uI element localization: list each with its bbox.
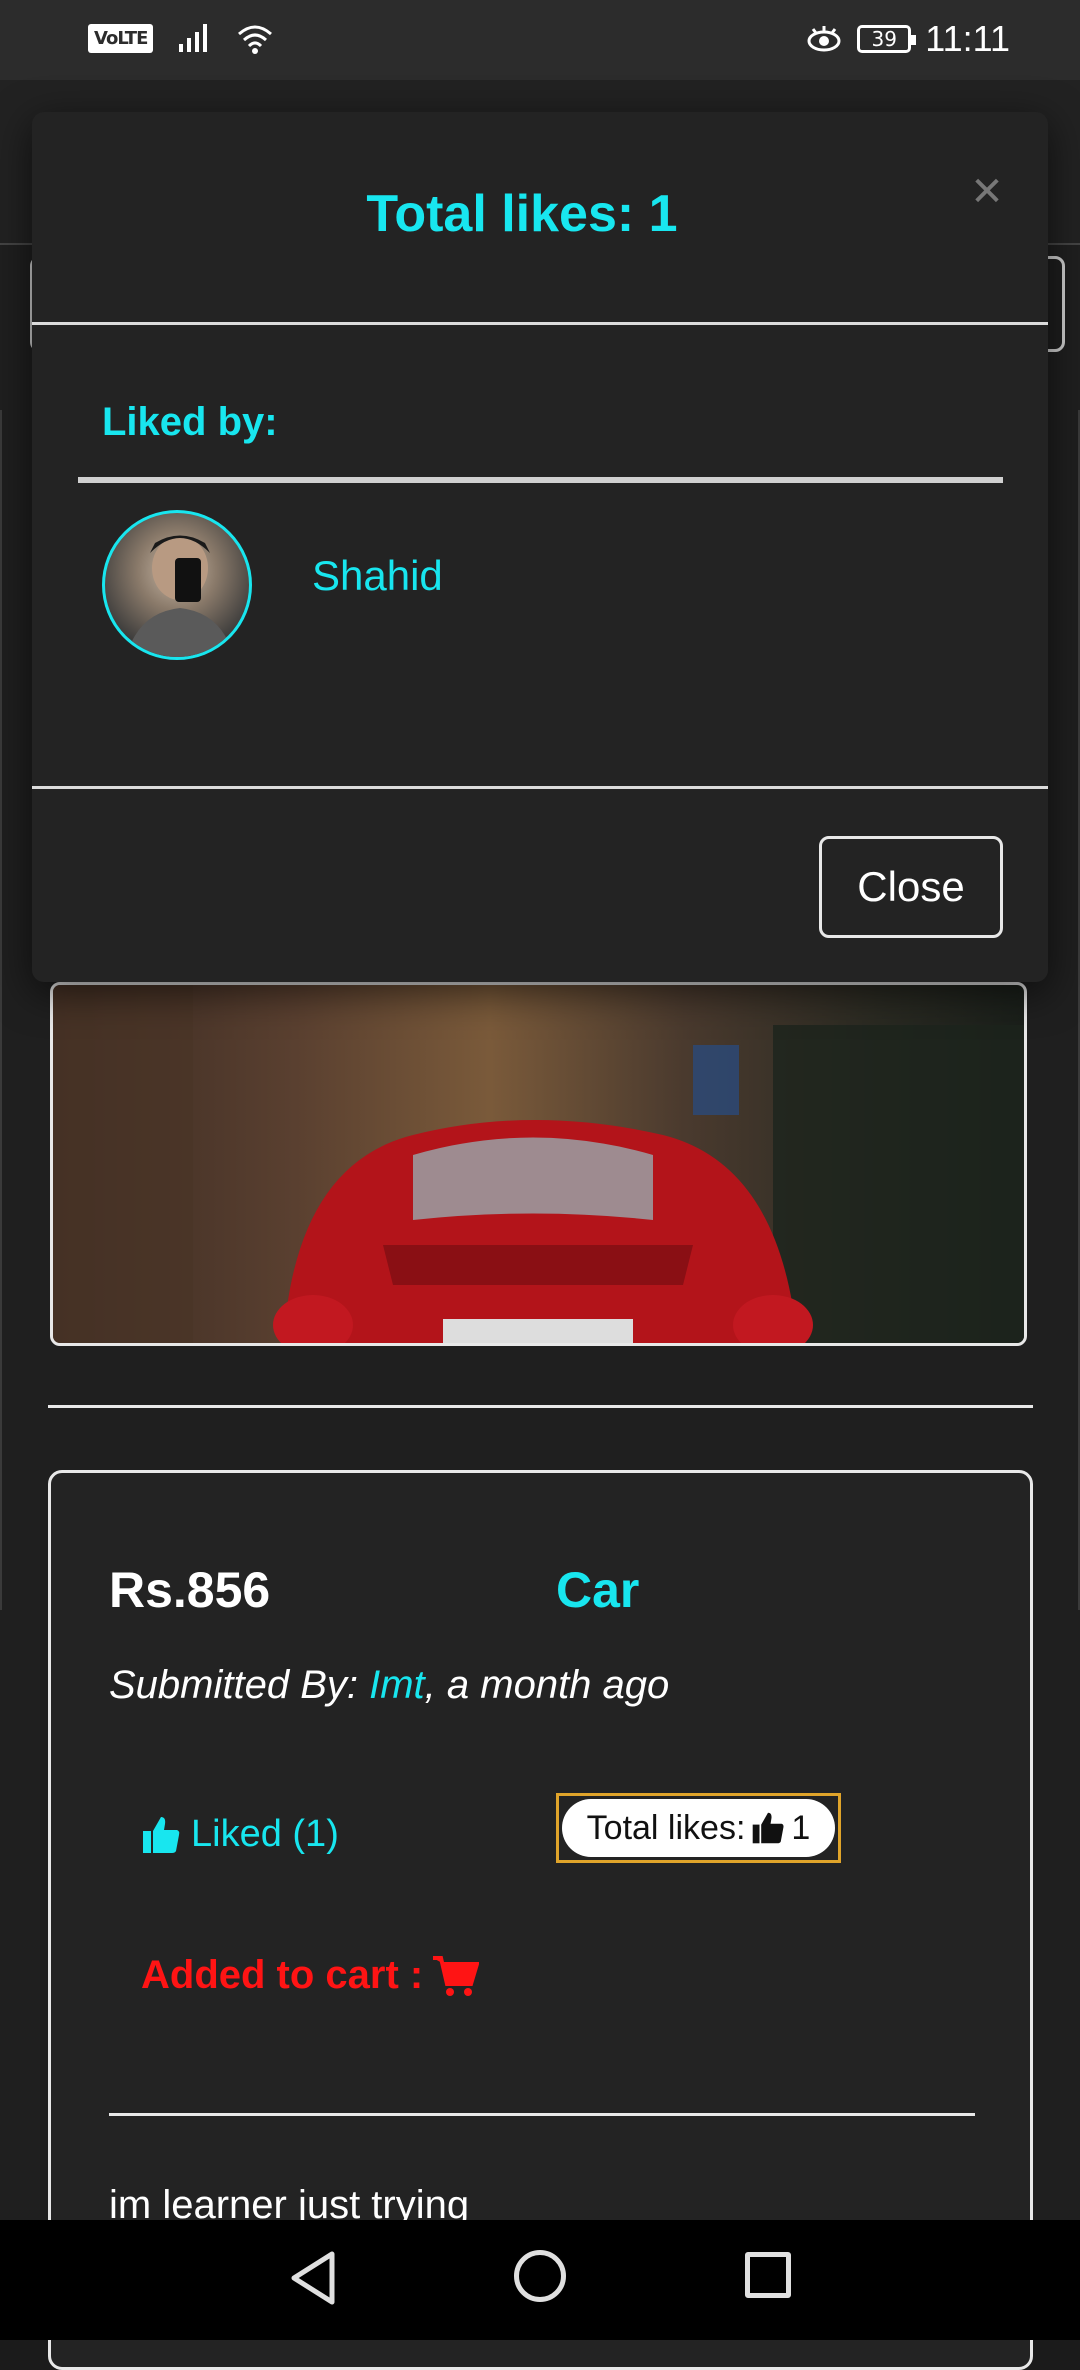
status-left: VoLTE [88, 22, 273, 54]
navigation-bar [0, 2220, 1080, 2340]
total-likes-pill: Total likes: 1 [562, 1799, 835, 1857]
submitted-prefix: Submitted By: [109, 1663, 370, 1707]
battery-icon: 39 [857, 25, 917, 53]
price: Rs.856 [109, 1562, 271, 1618]
modal-title: Total likes: 1 [366, 185, 678, 243]
likes-modal: Total likes: 1 ✕ Liked by: Shahid Close [32, 112, 1048, 982]
modal-footer-divider [32, 786, 1048, 789]
liked-by-label: Liked by: [102, 400, 278, 444]
product-name[interactable]: Car [556, 1561, 639, 1619]
recent-apps-icon[interactable] [745, 2252, 791, 2298]
car-image [53, 985, 1024, 1343]
total-likes-button[interactable]: Total likes: 1 [556, 1793, 841, 1863]
clock: 11:11 [925, 18, 1010, 59]
status-right: 39 11:11 [805, 18, 1010, 60]
user-photo [126, 535, 234, 657]
eye-comfort-icon [807, 26, 841, 52]
status-bar: VoLTE 39 11:11 [0, 0, 1080, 80]
section-divider [48, 1405, 1033, 1408]
like-button[interactable]: Liked (1) [141, 1813, 339, 1856]
close-icon[interactable]: ✕ [967, 172, 1007, 212]
avatar[interactable] [102, 510, 252, 660]
submitted-by: Submitted By: Imt, a month ago [109, 1663, 669, 1708]
thumbs-up-icon [143, 1816, 180, 1853]
thumbs-up-icon [753, 1812, 784, 1844]
back-icon[interactable] [288, 2250, 338, 2306]
total-likes-label: Total likes: [586, 1808, 746, 1847]
liked-by-divider [78, 477, 1003, 483]
cart-icon [433, 1955, 480, 1996]
wifi-icon [238, 25, 273, 54]
home-icon[interactable] [514, 2250, 566, 2302]
product-image[interactable] [50, 982, 1027, 1346]
submitter-link[interactable]: Imt [369, 1663, 425, 1707]
card-divider [109, 2113, 975, 2116]
liked-label: Liked (1) [191, 1813, 339, 1855]
signal-icon [179, 24, 208, 52]
submitted-suffix: , a month ago [424, 1663, 670, 1707]
total-likes-count: 1 [791, 1808, 811, 1847]
volte-icon: VoLTE [88, 23, 154, 53]
cart-status[interactable]: Added to cart : [141, 1953, 480, 1998]
cart-label: Added to cart : [141, 1953, 424, 1997]
modal-header-divider [32, 322, 1048, 325]
liker-name[interactable]: Shahid [312, 552, 443, 600]
close-button[interactable]: Close [819, 836, 1003, 938]
